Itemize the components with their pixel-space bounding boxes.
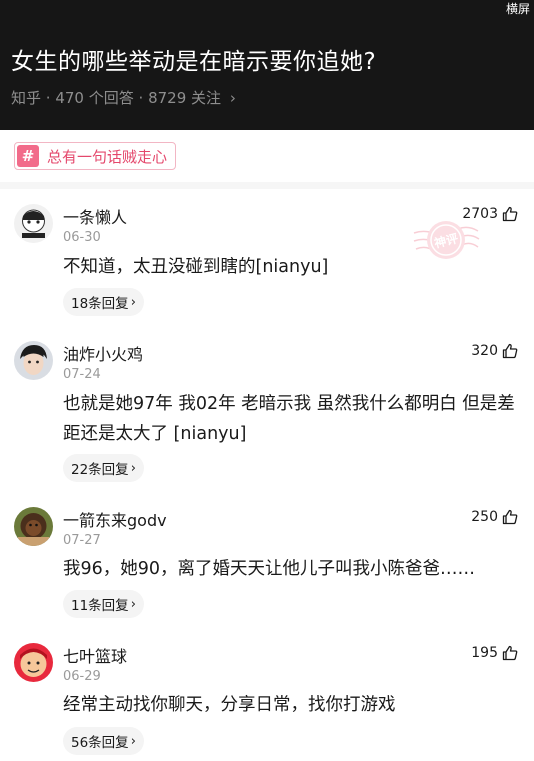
answer-count: 470 个回答	[55, 89, 134, 107]
like-button[interactable]: 2703	[462, 206, 518, 222]
avatar[interactable]	[14, 643, 53, 682]
thumbs-up-icon	[502, 206, 518, 222]
question-header: 横屏 女生的哪些举动是在暗示要你追她? 知乎 · 470 个回答 · 8729 …	[0, 0, 534, 130]
reply-count: 18条回复	[71, 296, 129, 312]
like-count: 195	[471, 645, 498, 661]
comment-text: 不知道，太丑没碰到瞎的[nianyu]	[63, 257, 329, 277]
chevron-right-icon: ›	[130, 460, 136, 476]
like-count: 320	[471, 343, 498, 359]
comment-text: 我96，她90，离了婚天天让他儿子叫我小陈爸爸……	[63, 559, 476, 579]
section-divider	[0, 182, 534, 189]
view-replies-button[interactable]: 11条回复 ›	[63, 590, 144, 618]
chevron-right-icon: ›	[130, 596, 136, 612]
source-label: 知乎	[11, 89, 42, 107]
comment-date: 06-29	[63, 669, 101, 684]
comment-text: 也就是她97年 我02年 老暗示我 虽然我什么都明白 但是差距还是太大了 [ni…	[63, 394, 515, 444]
follow-count: 8729 关注	[148, 89, 222, 107]
reply-count: 11条回复	[71, 598, 129, 614]
username[interactable]: 一箭东来godv	[63, 507, 167, 531]
username[interactable]: 油炸小火鸡	[63, 341, 143, 365]
comment-text: 经常主动找你聊天，分享日常，找你打游戏	[63, 695, 396, 715]
view-replies-button[interactable]: 56条回复 ›	[63, 727, 144, 755]
reply-count: 56条回复	[71, 735, 129, 751]
comment-date: 06-30	[63, 230, 101, 245]
topic-tag[interactable]: # 总有一句话贼走心	[14, 142, 177, 170]
hash-icon: #	[17, 145, 39, 167]
username[interactable]: 一条懒人	[63, 204, 127, 228]
view-replies-button[interactable]: 22条回复 ›	[63, 454, 144, 482]
thumbs-up-icon	[502, 509, 518, 525]
like-count: 250	[471, 509, 498, 525]
chevron-right-icon: ›	[229, 89, 236, 107]
like-button[interactable]: 320	[471, 343, 518, 359]
landscape-label[interactable]: 横屏	[506, 0, 530, 17]
like-button[interactable]: 250	[471, 509, 518, 525]
question-title: 女生的哪些举动是在暗示要你追她?	[11, 49, 377, 75]
chevron-right-icon: ›	[130, 294, 136, 310]
avatar[interactable]	[14, 204, 53, 243]
username[interactable]: 七叶篮球	[63, 643, 127, 667]
thumbs-up-icon	[502, 343, 518, 359]
topic-text: 总有一句话贼走心	[47, 147, 168, 166]
avatar[interactable]	[14, 341, 53, 380]
reply-count: 22条回复	[71, 462, 129, 478]
avatar[interactable]	[14, 507, 53, 546]
question-meta[interactable]: 知乎 · 470 个回答 · 8729 关注 ›	[11, 87, 236, 108]
chevron-right-icon: ›	[130, 733, 136, 749]
like-count: 2703	[462, 206, 498, 222]
comment-date: 07-24	[63, 367, 101, 382]
thumbs-up-icon	[502, 645, 518, 661]
like-button[interactable]: 195	[471, 645, 518, 661]
view-replies-button[interactable]: 18条回复 ›	[63, 288, 144, 316]
comment-date: 07-27	[63, 533, 101, 548]
